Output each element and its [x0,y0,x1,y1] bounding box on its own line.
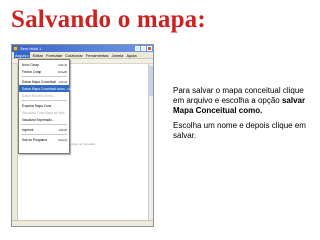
file-menu-item[interactable]: Sair do Programa Ctrl+Q [19,136,69,143]
file-menu-item-label: Salvar Recurso como... [22,93,56,98]
file-menu-item-label: Exportar Mapa Cons [22,103,52,108]
vertical-scrollbar[interactable] [148,64,153,220]
menu-separator [21,134,67,135]
window-controls [135,46,152,51]
file-menu-item-label: Sair do Programa [22,137,47,142]
menu-arquivo[interactable]: Arquivo [14,52,30,58]
maximize-icon[interactable] [141,46,146,51]
file-menu-item-shortcut: Ctrl+W [57,69,67,74]
file-menu-item-shortcut: Ctrl+P [58,127,67,132]
menu-ajuda[interactable]: Ajuda [126,52,136,58]
file-menu-dropdown: Novo Cmap Ctrl+N Fechar Cmap Ctrl+W Salvar M… [18,59,83,154]
file-menu-item[interactable]: Fechar Cmap Ctrl+W [19,68,69,75]
file-menu-item-label: Novo Cmap [22,62,39,67]
menu-separator [21,76,67,77]
menu-janela[interactable]: Janela [112,52,124,58]
file-menu-item[interactable]: Salvar Mapa Conceitual Ctrl+S [19,78,69,85]
file-menu-item-shortcut: Ctrl+S [58,79,67,84]
file-menu-item-label: Visualizar Cons Mapa as Web [22,110,65,115]
file-menu-item[interactable]: Novo Cmap Ctrl+N [19,61,69,68]
file-menu-item-label: Fechar Cmap [22,69,42,74]
menu-separator [21,100,67,101]
file-menu-item-shortcut: Ctrl+Shift+S [67,86,84,91]
menu-editar[interactable]: Editar [33,52,43,58]
app-icon [13,46,18,51]
file-menu-item[interactable]: Salvar Mapa Conceitual como... Ctrl+Shift… [19,85,83,92]
status-bar [12,220,153,226]
instructions: Para salvar o mapa conceitual clique em … [173,86,315,146]
file-menu-item[interactable]: Imprimir Ctrl+P [19,126,69,133]
minimize-icon[interactable] [135,46,140,51]
file-menu-item-label: Salvar Mapa Conceitual [22,79,56,84]
file-menu-item-shortcut: Ctrl+Q [58,137,67,142]
menu-bar: Arquivo Editar Formatar Colaborar Ferramenta… [12,52,153,59]
file-menu-item-shortcut: Ctrl+N [58,62,67,67]
file-menu-item-label: Visualizar Expressão... [22,117,55,122]
file-menu-item: Salvar Recurso como... [19,92,69,99]
scrollbar-thumb[interactable] [149,66,153,96]
close-icon[interactable] [147,46,152,51]
app-window-screenshot: Sem título 1 Arquivo Editar Formatar Colabo… [11,44,154,227]
slide-title: Salvando o mapa: [11,6,206,33]
menu-separator [21,124,67,125]
menu-formatar[interactable]: Formatar [46,52,62,58]
instruction-paragraph-1: Para salvar o mapa conceitual clique em … [173,86,315,116]
file-menu-item: Visualizar Cons Mapa as Web [19,109,69,116]
file-menu-item[interactable]: Exportar Mapa Cons [19,102,69,109]
menu-ferramentas[interactable]: Ferramentas [86,52,109,58]
file-menu-item-label: Salvar Mapa Conceitual como... [22,86,68,91]
instruction-paragraph-2: Escolha um nome e depois clique em salva… [173,121,306,140]
window-titlebar: Sem título 1 [12,45,153,52]
menu-colaborar[interactable]: Colaborar [65,52,83,58]
window-title: Sem título 1 [20,46,42,51]
file-menu-item[interactable]: Visualizar Expressão... [19,116,69,123]
file-menu-item-label: Imprimir [22,127,34,132]
